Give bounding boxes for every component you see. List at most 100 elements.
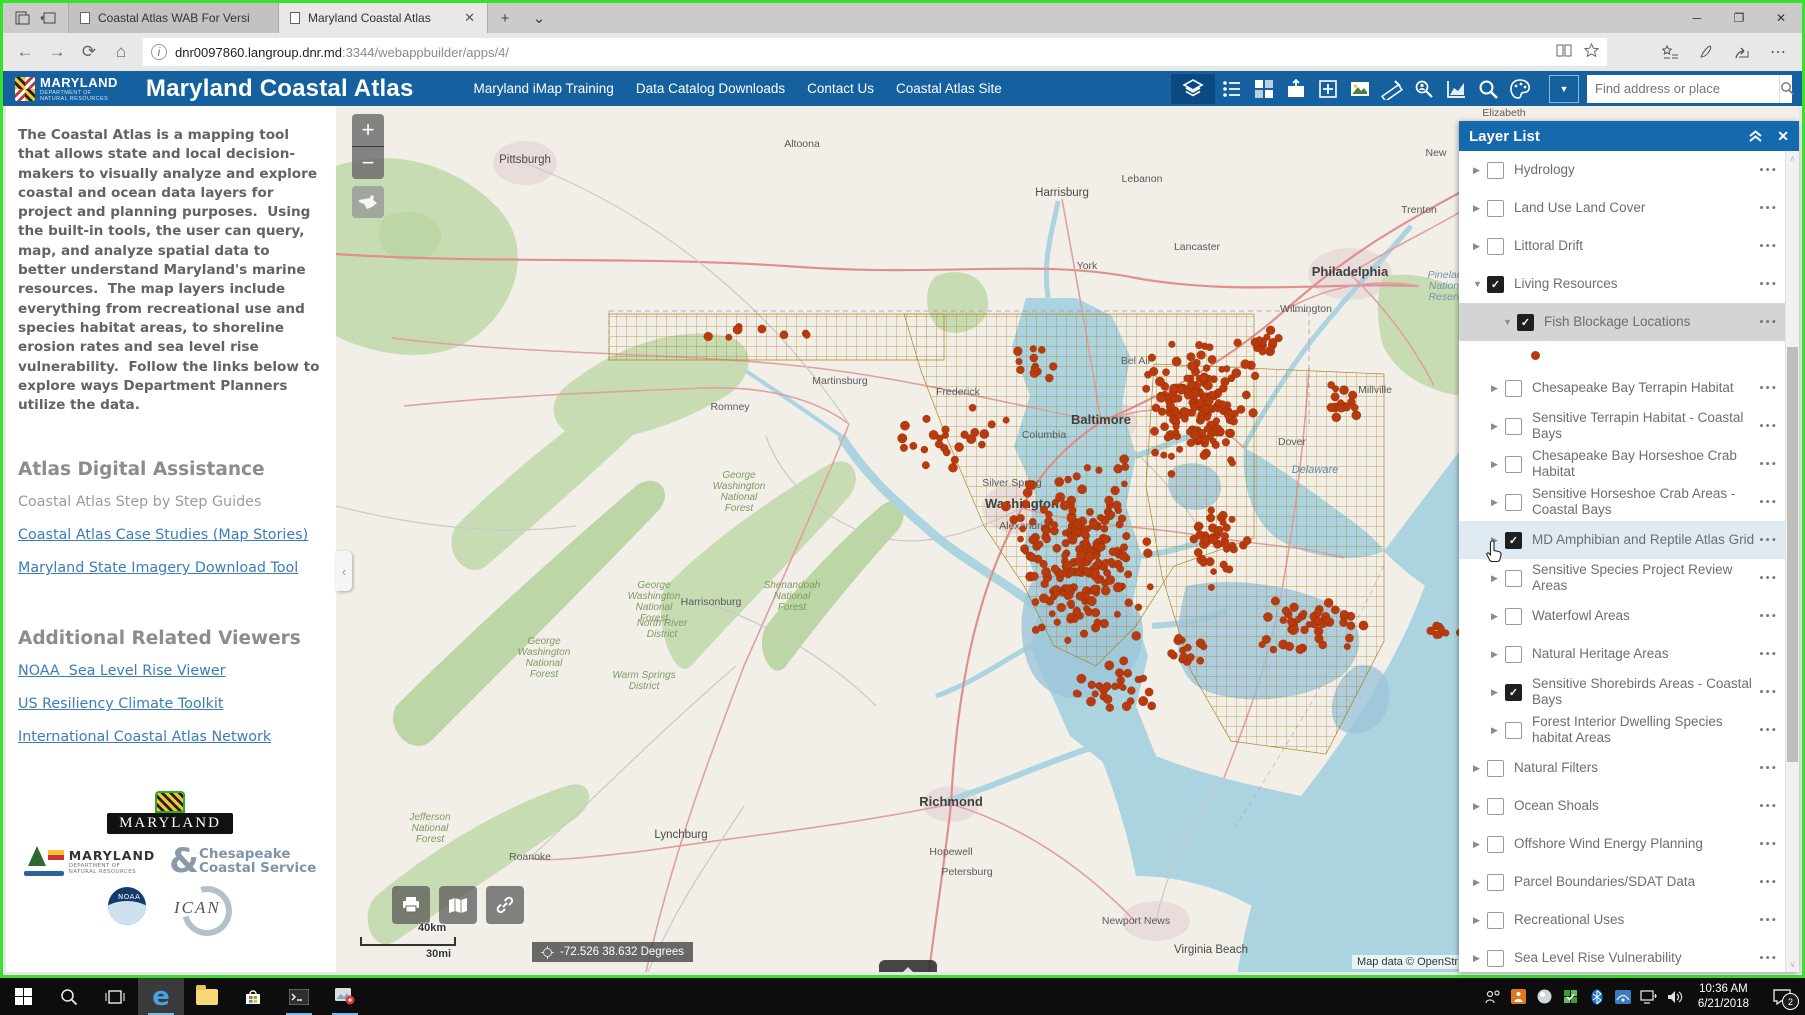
more-icon[interactable]: ⋯ [1760,37,1796,67]
tray-app-sphere-icon[interactable] [1532,978,1558,1015]
basemap-button[interactable] [439,886,477,924]
expand-arrow-icon[interactable]: ▶ [1491,497,1505,508]
layer-checkbox[interactable] [1487,161,1504,179]
layer-row[interactable]: ▶ Parcel Boundaries/SDAT Data ●●● [1459,863,1786,901]
layer-row[interactable]: ▶ Ocean Shoals ●●● [1459,787,1786,825]
tray-people-icon[interactable] [1480,978,1506,1015]
layer-checkbox[interactable] [1505,455,1522,473]
collapse-all-icon[interactable] [1748,129,1763,143]
tray-ethernet-icon[interactable] [1636,978,1662,1015]
expand-arrow-icon[interactable]: ▶ [1491,611,1505,622]
layer-row[interactable]: ▶ Natural Heritage Areas ●●● [1459,635,1786,673]
close-panel-icon[interactable]: ✕ [1777,128,1789,145]
layer-menu-icon[interactable]: ●●● [1759,537,1778,544]
sidebar-link-us-resiliency[interactable]: US Resiliency Climate Toolkit [18,696,322,712]
expand-arrow-icon[interactable]: ▶ [1473,839,1487,850]
expand-arrow-icon[interactable]: ▶ [1491,649,1505,660]
tray-app-orange-icon[interactable] [1506,978,1532,1015]
layer-menu-icon[interactable]: ●●● [1759,689,1778,696]
layer-checkbox[interactable] [1487,911,1504,929]
layer-checkbox[interactable] [1487,797,1504,815]
expand-arrow-open-icon[interactable]: ▼ [1503,317,1517,327]
chart-icon[interactable] [1441,74,1471,104]
layer-checkbox[interactable] [1505,417,1522,435]
basemap-gallery-icon[interactable] [1249,74,1279,104]
layer-checkbox[interactable] [1505,607,1522,625]
search-icon[interactable] [1779,74,1795,103]
layer-row[interactable]: ▶ Sensitive Horseshoe Crab Areas - Coasta… [1459,483,1786,521]
expand-arrow-icon[interactable]: ▶ [1473,877,1487,888]
layer-menu-icon[interactable]: ●●● [1759,803,1778,810]
expand-arrow-icon[interactable]: ▶ [1491,421,1505,432]
url-field[interactable]: i dnr0097860.langroup.dnr.md:3344/webapp… [143,38,1607,66]
tab-maryland-coastal-atlas[interactable]: Maryland Coastal Atlas ✕ [278,3,488,33]
tray-app-shield-icon[interactable] [1558,978,1584,1015]
layer-row[interactable]: ▶ Forest Interior Dwelling Species habita… [1459,711,1786,749]
layer-row[interactable]: ▶ Sensitive Terrapin Habitat - Coastal Ba… [1459,407,1786,445]
layer-checkbox[interactable] [1487,873,1504,891]
forward-button[interactable]: → [41,37,73,67]
tab-close-icon[interactable]: ✕ [462,10,477,26]
layer-row[interactable]: ▶ Chesapeake Bay Terrapin Habitat ●●● [1459,369,1786,407]
expand-arrow-icon[interactable]: ▶ [1491,687,1505,698]
expand-arrow-icon[interactable]: ▶ [1473,241,1487,252]
layer-checkbox[interactable] [1505,379,1522,397]
layer-row[interactable]: ▶ Recreational Uses ●●● [1459,901,1786,939]
expand-arrow-icon[interactable]: ▶ [1473,915,1487,926]
nav-data-catalog[interactable]: Data Catalog Downloads [636,81,785,96]
layer-menu-icon[interactable]: ●●● [1759,651,1778,658]
layers-icon[interactable] [1171,73,1215,104]
layer-menu-icon[interactable]: ●●● [1759,575,1778,582]
layer-row[interactable]: ▶ Sensitive Species Project Review Areas ●… [1459,559,1786,597]
expand-arrow-icon[interactable]: ▶ [1491,383,1505,394]
sidebar-link-ican[interactable]: International Coastal Atlas Network [18,729,322,745]
expand-arrow-icon[interactable]: ▶ [1491,573,1505,584]
layer-row[interactable]: ▶ ✓ MD Amphibian and Reptile Atlas Grid ●●● [1459,521,1786,563]
taskbar-store-icon[interactable] [230,978,276,1015]
taskbar-search-icon[interactable] [46,978,92,1015]
sidebar-collapse-handle[interactable]: ‹ [336,551,352,591]
action-center-icon[interactable]: 2 [1759,978,1805,1015]
layer-row[interactable]: ▶ Offshore Wind Energy Planning ●●● [1459,825,1786,863]
close-button[interactable]: ✕ [1760,3,1802,33]
layer-row[interactable]: ▼ ✓ Fish Blockage Locations ●●● [1459,303,1786,341]
layer-menu-icon[interactable]: ●●● [1759,613,1778,620]
set-tabs-aside-icon[interactable] [40,11,56,25]
layer-row[interactable]: ▶ ✓ Sensitive Shorebirds Areas - Coastal B… [1459,673,1786,711]
measure-icon[interactable] [1377,74,1407,104]
hub-icon[interactable] [1652,37,1688,67]
layer-menu-icon[interactable]: ●●● [1759,499,1778,506]
sidebar-link-noaa-slr[interactable]: NOAA Sea Level Rise Viewer [18,663,322,679]
layer-menu-icon[interactable]: ●●● [1759,841,1778,848]
search-tool-icon[interactable] [1473,74,1503,104]
sidebar-link-imagery-tool[interactable]: Maryland State Imagery Download Tool [18,560,322,576]
zoom-in-button[interactable]: + [352,114,384,147]
layer-checkbox[interactable] [1505,645,1522,663]
expand-arrow-icon[interactable]: ▶ [1473,165,1487,176]
search-input[interactable] [1587,81,1779,96]
expand-arrow-icon[interactable]: ▶ [1491,459,1505,470]
home-button[interactable]: ⌂ [105,37,137,67]
task-view-icon[interactable] [92,978,138,1015]
layer-menu-icon[interactable]: ●●● [1759,765,1778,772]
layer-checkbox[interactable]: ✓ [1487,275,1504,293]
screenshot-icon[interactable] [1345,74,1375,104]
expand-arrow-icon[interactable]: ▶ [1473,763,1487,774]
expand-arrow-icon[interactable]: ▶ [1473,801,1487,812]
reading-view-icon[interactable] [1556,44,1572,60]
nav-imap-training[interactable]: Maryland iMap Training [474,81,614,96]
scroll-down-icon[interactable]: ∨ [1786,960,1799,969]
nav-coastal-atlas-site[interactable]: Coastal Atlas Site [896,81,1002,96]
favorite-star-icon[interactable] [1583,42,1600,61]
zoom-out-button[interactable]: − [352,147,384,179]
tab-list-chevron[interactable]: ⌄ [522,3,556,33]
layer-row[interactable]: ▶ Waterfowl Areas ●●● [1459,597,1786,635]
layer-row[interactable]: ▶ Chesapeake Bay Horseshoe Crab Habitat ●●… [1459,445,1786,483]
layer-menu-icon[interactable]: ●●● [1759,319,1778,326]
layer-menu-icon[interactable]: ●●● [1759,917,1778,924]
site-info-icon[interactable]: i [151,44,167,60]
layer-menu-icon[interactable]: ●●● [1759,423,1778,430]
layer-checkbox[interactable] [1505,721,1522,739]
layer-checkbox[interactable] [1487,835,1504,853]
panel-scrollbar[interactable]: ∧ ∨ [1785,151,1799,972]
